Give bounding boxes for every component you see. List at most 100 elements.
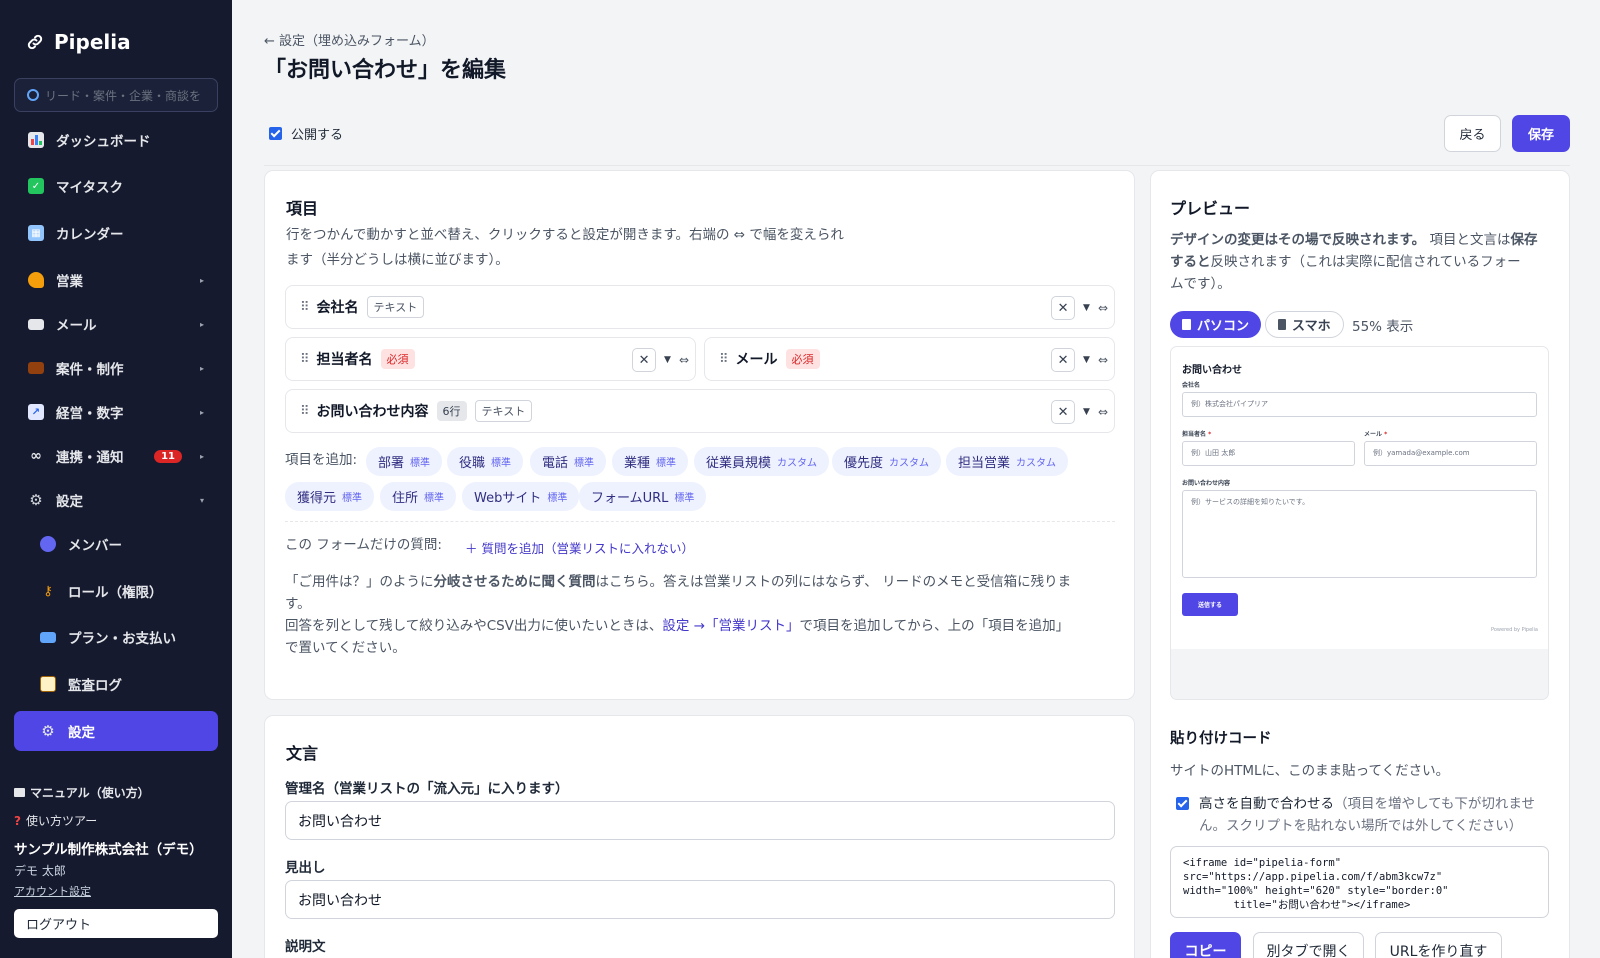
sidebar-sub-members[interactable]: メンバー: [14, 524, 218, 564]
add-field-chip[interactable]: Webサイト 標準: [462, 482, 580, 511]
logout-button[interactable]: ログアウト: [14, 909, 218, 938]
caret-down-icon[interactable]: ▼: [1083, 303, 1090, 313]
sidebar-sub-roles[interactable]: ⚷ ロール（権限）: [14, 571, 218, 611]
field-row-inquiry[interactable]: ⠿ お問い合わせ内容 6行 テキスト ✕ ▼ ⇔: [285, 389, 1115, 433]
sidebar-sub-billing[interactable]: プラン・お支払い: [14, 617, 218, 657]
checkbox-checked-icon[interactable]: [269, 127, 282, 140]
add-field-chip[interactable]: 優先度 カスタム: [832, 447, 942, 476]
sidebar-item-calendar[interactable]: ▦ カレンダー: [14, 213, 218, 253]
sidebar-sub-audit-log[interactable]: 監査ログ: [14, 664, 218, 704]
text-card-title: 文言: [286, 744, 319, 763]
check-icon: ✓: [28, 178, 44, 194]
add-question-link[interactable]: ＋ 質問を追加（営業リストに入れない）: [465, 538, 694, 557]
form-question-note: 「ご用件は？」のように分岐させるために聞く質問はこちら。答えは営業リストの列には…: [285, 574, 1072, 656]
drag-handle-icon[interactable]: ⠿: [300, 352, 309, 367]
add-field-chip[interactable]: 獲得元 標準: [285, 482, 375, 511]
chevron-right-icon: ▸: [199, 363, 204, 373]
auto-height-label: 高さを自動で合わせる（項目を増やしても下が切れませ ん。スクリプトを貼れない場所…: [1199, 796, 1536, 834]
resize-width-icon[interactable]: ⇔: [1098, 405, 1108, 419]
back-button[interactable]: 戻る: [1444, 115, 1501, 152]
divider: [264, 165, 1570, 166]
sidebar-item-settings[interactable]: ⚙ 設定 ▾: [14, 480, 218, 520]
resize-width-icon[interactable]: ⇔: [1098, 353, 1108, 367]
embed-code-textarea[interactable]: <iframe id="pipelia-form" src="https://a…: [1170, 846, 1549, 918]
admin-name-label: 管理名（営業リストの「流入元」に入ります）: [285, 781, 569, 797]
remove-field-button[interactable]: ✕: [632, 348, 657, 372]
add-field-chip[interactable]: 電話 標準: [530, 447, 607, 476]
app-logo[interactable]: Pipelia: [26, 30, 131, 54]
add-field-chip[interactable]: 担当営業 カスタム: [946, 447, 1069, 476]
sidebar-item-mail[interactable]: メール ▸: [14, 304, 218, 344]
trend-chart-icon: ↗: [28, 404, 44, 420]
members-icon: [40, 536, 56, 552]
briefcase-icon: [28, 362, 44, 374]
sidebar-item-sales[interactable]: 営業 ▸: [14, 260, 218, 300]
mail-icon: [28, 318, 44, 330]
description-label: 説明文: [285, 939, 326, 955]
add-field-chip[interactable]: 住所 標準: [380, 482, 457, 511]
manual-link[interactable]: マニュアル（使い方）: [14, 784, 150, 801]
breadcrumb[interactable]: ← 設定（埋め込みフォーム）: [264, 30, 435, 49]
zoom-level: 55% 表示: [1352, 319, 1414, 335]
pv-company-input: 例）株式会社パイプリア: [1182, 392, 1537, 417]
remove-field-button[interactable]: ✕: [1051, 296, 1076, 320]
sidebar-sub-settings-active[interactable]: ⚙ 設定: [14, 711, 218, 751]
question-icon: ?: [14, 813, 21, 828]
preview-pc-toggle[interactable]: パソコン: [1170, 311, 1262, 338]
publish-checkbox[interactable]: 公開する: [269, 124, 343, 143]
field-row-company[interactable]: ⠿ 会社名 テキスト ✕ ▼ ⇔: [285, 285, 1115, 329]
sidebar-item-my-tasks[interactable]: ✓ マイタスク: [14, 166, 218, 206]
chevron-right-icon: ▸: [199, 451, 204, 461]
preview-card-title: プレビュー: [1170, 199, 1251, 218]
pv-inquiry-textarea: 例）サービスの詳細を知りたいです。: [1182, 490, 1537, 578]
account-settings-link[interactable]: アカウント設定: [14, 883, 91, 899]
embed-code-description: サイトのHTMLに、このまま貼ってください。: [1170, 763, 1450, 779]
add-field-chip[interactable]: 業種 標準: [612, 447, 689, 476]
pv-inquiry-label: お問い合わせ内容: [1182, 480, 1231, 487]
drag-handle-icon[interactable]: ⠿: [719, 352, 728, 367]
save-button[interactable]: 保存: [1512, 115, 1570, 152]
heading-input[interactable]: お問い合わせ: [285, 880, 1115, 919]
open-new-tab-button[interactable]: 別タブで開く: [1253, 932, 1364, 958]
laptop-icon: [1182, 319, 1191, 330]
remove-field-button[interactable]: ✕: [1051, 400, 1076, 424]
fields-card-title: 項目: [286, 199, 319, 218]
add-field-chip[interactable]: 部署 標準: [366, 447, 443, 476]
field-row-mail[interactable]: ⠿ メール 必須 ✕ ▼ ⇔: [704, 337, 1115, 381]
drag-handle-icon[interactable]: ⠿: [300, 300, 309, 315]
chevron-right-icon: ▸: [199, 407, 204, 417]
checkbox-checked-icon[interactable]: [1176, 797, 1189, 810]
remove-field-button[interactable]: ✕: [1051, 348, 1076, 372]
megaphone-icon: [28, 272, 44, 288]
pv-company-label: 会社名: [1182, 382, 1201, 389]
sidebar-item-finance[interactable]: ↗ 経営・数字 ▸: [14, 392, 218, 432]
credit-card-icon: [40, 631, 56, 643]
add-field-chip[interactable]: 役職 標準: [447, 447, 524, 476]
pv-form-title: お問い合わせ: [1182, 365, 1242, 376]
copy-button[interactable]: コピー: [1170, 932, 1241, 958]
sales-list-settings-link[interactable]: 設定 →「営業リスト」: [662, 618, 799, 634]
tour-link[interactable]: ? 使い方ツアー: [14, 812, 97, 829]
rows-badge: 6行: [436, 401, 467, 421]
sidebar-item-projects[interactable]: 案件・制作 ▸: [14, 348, 218, 388]
resize-width-icon[interactable]: ⇔: [1098, 301, 1108, 315]
pv-person-label: 担当者名 *: [1182, 431, 1212, 438]
sidebar-item-integrations[interactable]: ∞ 連携・通知 11 ▸: [14, 436, 218, 476]
field-type-tag: テキスト: [474, 400, 533, 422]
resize-width-icon[interactable]: ⇔: [679, 353, 689, 367]
caret-down-icon[interactable]: ▼: [1083, 355, 1090, 365]
caret-down-icon[interactable]: ▼: [1083, 407, 1090, 417]
preview-phone-toggle[interactable]: スマホ: [1265, 311, 1344, 338]
drag-handle-icon[interactable]: ⠿: [300, 404, 309, 419]
add-field-chip[interactable]: フォームURL 標準: [579, 482, 707, 511]
add-field-chip[interactable]: 従業員規模 カスタム: [694, 447, 830, 476]
caret-down-icon[interactable]: ▼: [664, 355, 671, 365]
embed-code-title: 貼り付けコード: [1170, 731, 1272, 747]
regenerate-url-button[interactable]: URLを作り直す: [1375, 932, 1502, 958]
field-row-person[interactable]: ⠿ 担当者名 必須 ✕ ▼ ⇔: [285, 337, 696, 381]
key-icon: ⚷: [43, 583, 53, 599]
sidebar-item-dashboard[interactable]: ダッシュボード: [14, 120, 218, 160]
auto-height-checkbox[interactable]: [1176, 797, 1189, 810]
search-input[interactable]: リード・案件・企業・商談を: [14, 78, 218, 112]
admin-name-input[interactable]: お問い合わせ: [285, 801, 1115, 840]
